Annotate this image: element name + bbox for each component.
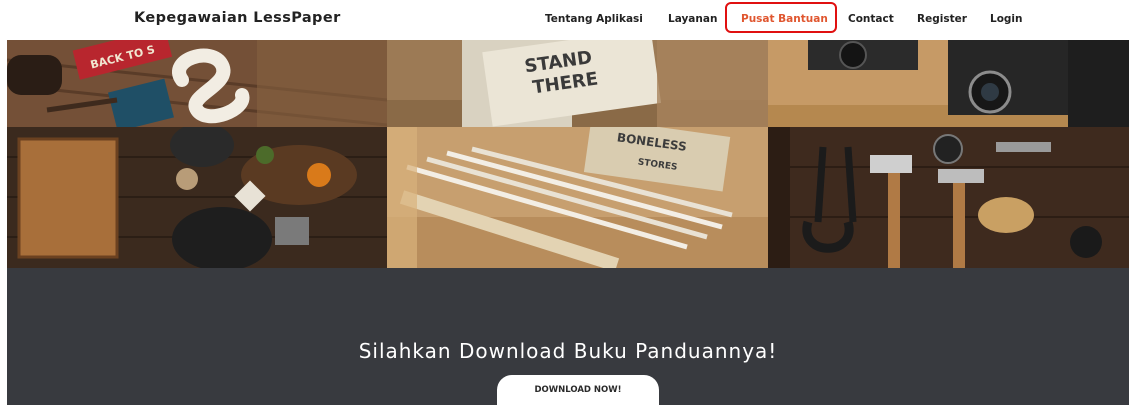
nav-login[interactable]: Login: [990, 13, 1023, 25]
nav-pusat-bantuan[interactable]: Pusat Bantuan: [741, 13, 828, 25]
gallery-photo-rulers: BONELESS STORES: [387, 127, 768, 268]
download-now-button[interactable]: DOWNLOAD NOW!: [497, 375, 659, 405]
nav-tentang-aplikasi[interactable]: Tentang Aplikasi: [545, 13, 643, 25]
hero-title: Silahkan Download Buku Panduannya!: [358, 339, 778, 363]
navbar: Kepegawaian LessPaper Tentang Aplikasi L…: [0, 0, 1129, 40]
gallery-photo-tools: [768, 127, 1129, 268]
nav-layanan[interactable]: Layanan: [668, 13, 717, 25]
gallery-photo-cameras: [768, 40, 1129, 127]
nav-register[interactable]: Register: [917, 13, 967, 25]
gallery-photo-kitchen-herbs: [7, 127, 387, 268]
photo-gallery: BACK TO S STAND THERE BONELESS STORES: [7, 40, 1129, 268]
gallery-photo-desk-logos: BACK TO S: [7, 40, 387, 127]
gallery-photo-notebook: STAND THERE: [387, 40, 768, 127]
hero-section: Silahkan Download Buku Panduannya! DOWNL…: [7, 268, 1129, 405]
brand-logo-text[interactable]: Kepegawaian LessPaper: [134, 10, 341, 26]
nav-contact[interactable]: Contact: [848, 13, 894, 25]
